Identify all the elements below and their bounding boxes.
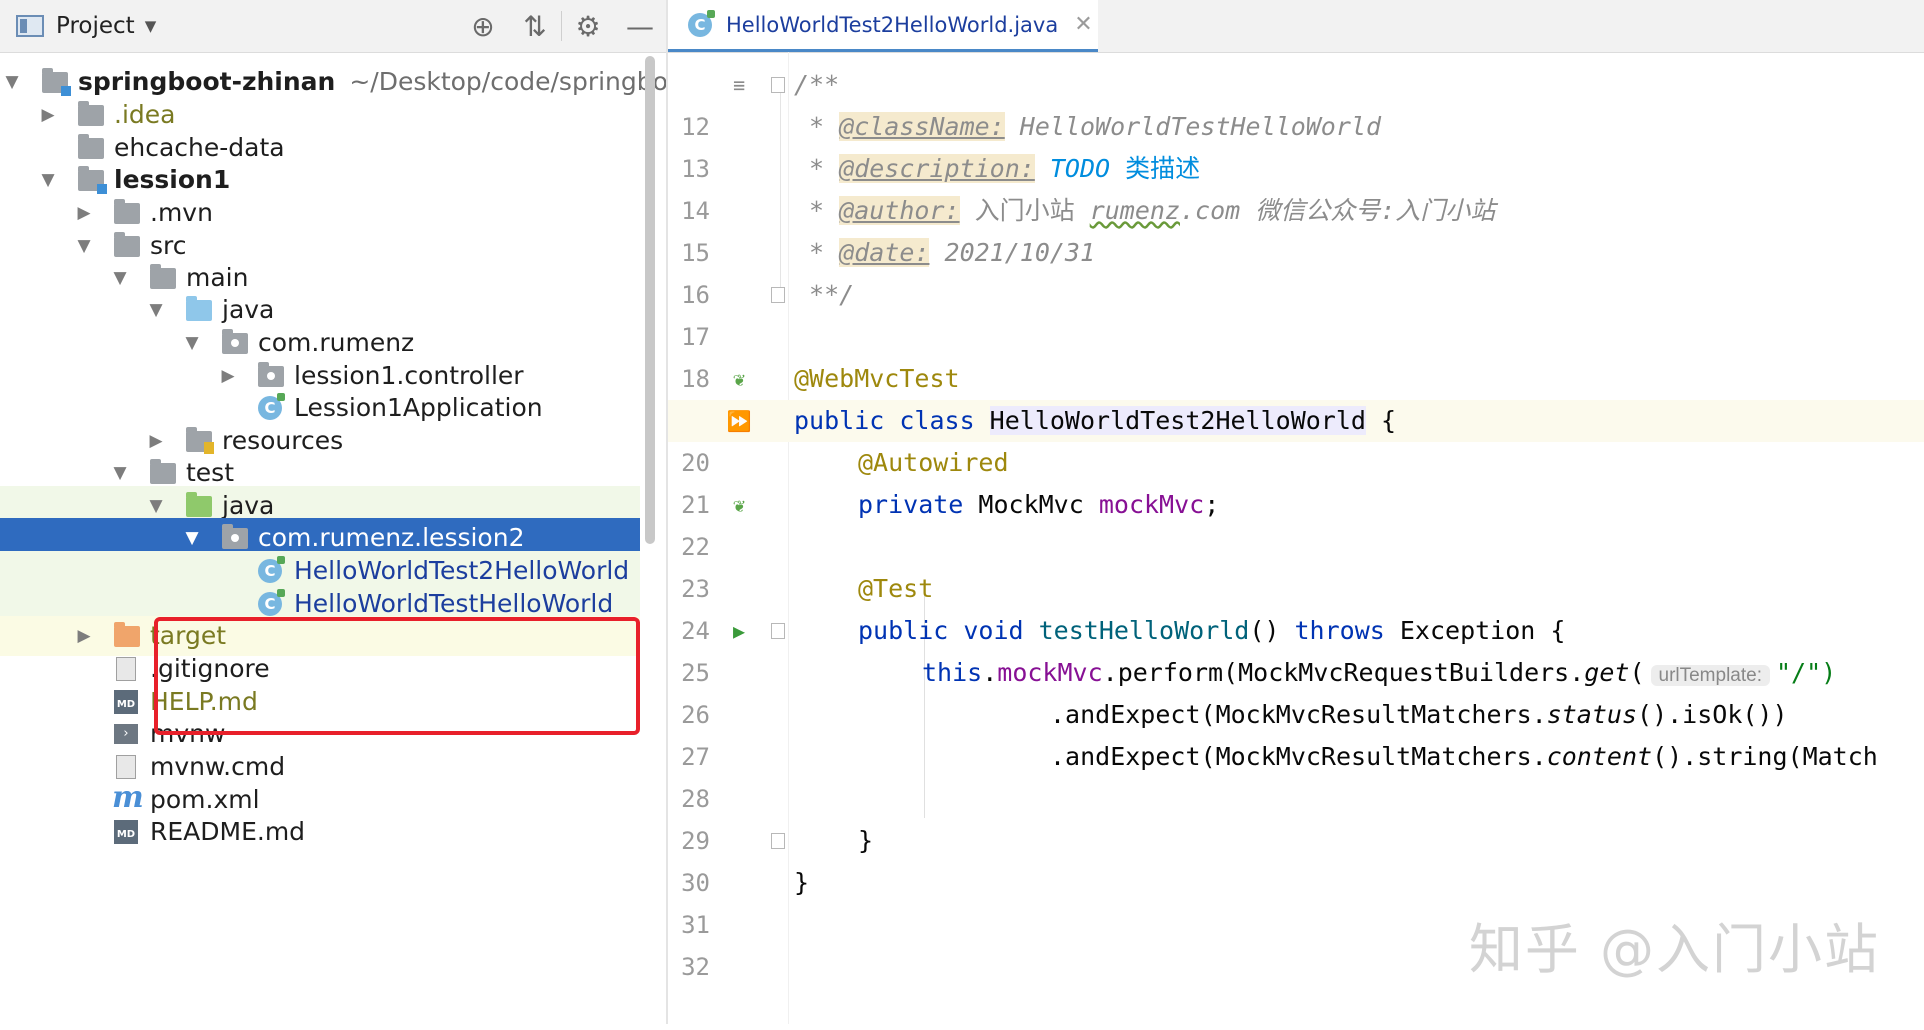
project-panel: Project ▼ ⊕ ⇅ ⚙ — ▼ springboot-zhinan ~/D… (0, 0, 668, 1024)
package-icon (258, 362, 284, 387)
code-text: } (858, 826, 874, 855)
code-line: 22 ❦ private MockMvc mockMvc; (668, 484, 1924, 561)
tree-item-label: README.md (150, 817, 306, 846)
spring-autowired-icon[interactable]: ❦ (724, 484, 754, 526)
fold-icon[interactable] (771, 623, 785, 639)
code-line: 13 * @className: HelloWorldTestHelloWorl… (668, 106, 1924, 183)
folder-icon (78, 101, 104, 126)
code-text: } (794, 868, 810, 897)
code-line: 31 } (668, 862, 1924, 939)
class-icon: C (688, 9, 715, 37)
tab-helloworldtest2helloworld[interactable]: C HelloWorldTest2HelloWorld.java ✕ (668, 0, 1098, 52)
root-project-name: springboot-zhinan (78, 67, 336, 96)
fold-icon[interactable] (771, 77, 785, 93)
code-line: 12 ≡ /** (668, 64, 1924, 141)
code-line: 19 ❦ @WebMvcTest (668, 358, 1924, 435)
code-line: 18 (668, 316, 1924, 393)
fold-icon[interactable] (771, 287, 785, 303)
spring-bean-icon[interactable]: ❦ (724, 358, 754, 400)
code-line: 16 * @date: 2021/10/31 (668, 232, 1924, 309)
code-line: 21 @Autowired (668, 442, 1924, 519)
module-folder-icon (42, 68, 71, 96)
code-line: 15 * @author: 入门小站 rumenz.com 微信公众号:入门小站 (668, 190, 1924, 267)
resources-folder-icon (186, 427, 214, 454)
code-line: 26 this.mockMvc.perform(MockMvcRequestBu… (668, 652, 1924, 729)
code-line: 28 .andExpect(MockMvcResultMatchers.cont… (668, 736, 1924, 813)
test-class-icon: C (258, 556, 285, 583)
package-icon (222, 329, 248, 354)
chevron-down-icon[interactable]: ▼ (145, 17, 157, 35)
fold-icon[interactable] (771, 833, 785, 849)
test-class-icon: C (258, 589, 285, 616)
code-line: 17 **/ (668, 274, 1924, 351)
code-text: @Autowired (858, 448, 1009, 477)
minimize-icon[interactable]: — (614, 10, 666, 43)
maven-icon: m (112, 780, 144, 815)
collapse-icon[interactable]: ⇅ (509, 10, 561, 43)
run-all-tests-icon[interactable]: ⏩ (724, 400, 754, 442)
shell-script-icon: › (114, 724, 138, 744)
project-window-icon (16, 15, 44, 37)
package-icon (222, 524, 248, 549)
code-line-current: 20 ⏩ public class HelloWorldTest2HelloWo… (668, 400, 1924, 477)
editor-tab-bar: C HelloWorldTest2HelloWorld.java ✕ (668, 0, 1924, 53)
code-text: **/ (794, 280, 855, 309)
excluded-folder-icon (114, 622, 140, 647)
tree-item-readme-md[interactable]: MD README.md (0, 812, 640, 852)
folder-icon (78, 134, 104, 159)
markdown-file-icon: MD (114, 820, 138, 844)
markdown-file-icon: MD (114, 690, 138, 714)
code-line: 25 ▶ public void testHelloWorld() throws… (668, 610, 1924, 687)
code-text: /** (794, 70, 840, 99)
code-line: 30 } (668, 820, 1924, 897)
tab-filename: HelloWorldTest2HelloWorld.java (726, 12, 1059, 37)
code-line: 29 (668, 778, 1924, 855)
code-text: @WebMvcTest (794, 364, 960, 393)
project-panel-title[interactable]: Project (56, 13, 135, 39)
locate-icon[interactable]: ⊕ (457, 10, 509, 43)
project-panel-header: Project ▼ ⊕ ⇅ ⚙ — (0, 0, 666, 53)
highlight-box (154, 617, 640, 735)
folder-icon (150, 459, 176, 484)
line-number: 32 (681, 953, 710, 981)
spring-boot-class-icon: C (258, 393, 285, 420)
run-test-icon[interactable]: ▶ (724, 610, 754, 652)
folder-icon (114, 199, 140, 224)
code-text: @Test (858, 574, 934, 603)
code-line: 14 * @description: TODO 类描述 (668, 148, 1924, 225)
module-folder-icon (78, 166, 107, 194)
ignore-file-icon (116, 657, 136, 681)
folder-icon (150, 264, 176, 289)
parameter-hint: urlTemplate: (1650, 665, 1770, 686)
code-line: 27 .andExpect(MockMvcResultMatchers.stat… (668, 694, 1924, 771)
gear-icon[interactable]: ⚙ (562, 10, 614, 43)
source-folder-icon (186, 296, 212, 321)
test-source-folder-icon (186, 492, 212, 517)
root-project-path: ~/Desktop/code/springbo (349, 67, 668, 96)
project-scrollbar[interactable] (645, 56, 655, 544)
text-file-icon (116, 755, 136, 779)
code-line: 23 (668, 526, 1924, 603)
folder-icon (114, 232, 140, 257)
watermark: 知乎 @入门小站 (1468, 918, 1880, 981)
code-line: 24 @Test (668, 568, 1924, 645)
code-editor[interactable]: C HelloWorldTest2HelloWorld.java ✕ 12 ≡ … (668, 0, 1924, 1024)
close-icon[interactable]: ✕ (1074, 12, 1092, 37)
doc-render-icon[interactable]: ≡ (724, 64, 754, 106)
